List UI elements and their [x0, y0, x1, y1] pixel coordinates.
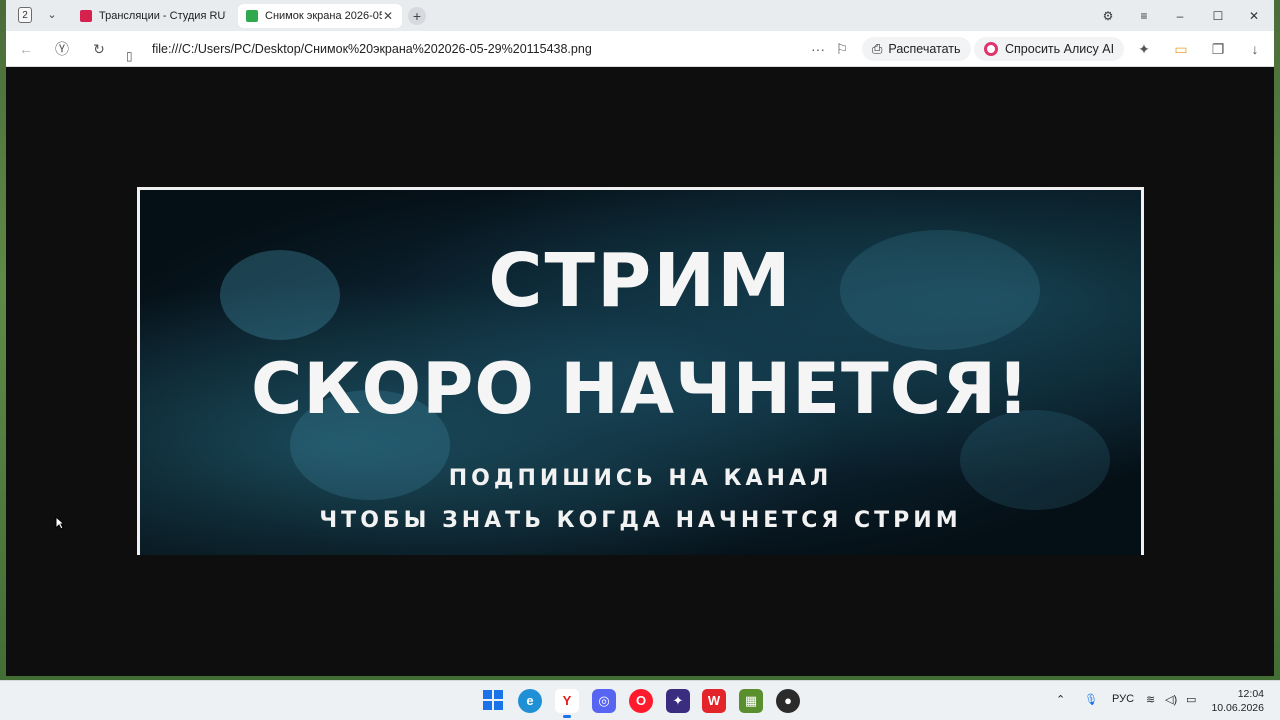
bookmark-icon[interactable]: ⚐	[832, 40, 852, 58]
minimize-icon[interactable]: –	[1170, 6, 1190, 26]
language-indicator[interactable]: РУС	[1112, 693, 1134, 705]
banner-note: ЧТОБЫ ЗНАТЬ КОГДА НАЧНЕТСЯ СТРИМ	[319, 508, 962, 533]
new-tab-button[interactable]: +	[408, 7, 426, 25]
settings-icon[interactable]: ⚙	[1098, 6, 1118, 26]
extensions-icon[interactable]: ✦	[1134, 40, 1154, 58]
address-text: file:///C:/Users/PC/Desktop/Снимок%20экр…	[152, 42, 592, 56]
tab-screenshot[interactable]: Снимок экрана 2026-05-29 115438.png ✕	[238, 4, 402, 28]
collections-icon[interactable]: ❐	[1208, 40, 1228, 58]
more-icon[interactable]: ···	[808, 40, 828, 58]
tab-counter[interactable]: 2	[18, 7, 32, 23]
battery-saver-icon[interactable]: ▭	[1171, 40, 1191, 58]
chevron-down-icon[interactable]: ⌄	[44, 7, 60, 23]
start-icon[interactable]	[481, 689, 505, 713]
wps-office-icon[interactable]: W	[702, 689, 726, 713]
ask-alice-button[interactable]: Спросить Алису AI	[974, 37, 1125, 61]
clock-time: 12:04	[1237, 688, 1264, 700]
tab-title: Трансляции - Студия RUTUBE	[99, 10, 226, 22]
tray-chevron-icon[interactable]: ⌃	[1056, 693, 1065, 706]
banner-title: СТРИМ	[488, 238, 793, 324]
browser-window: 2 ⌄ Трансляции - Студия RUTUBE Снимок эк…	[6, 0, 1274, 676]
game-app-icon[interactable]: ✦	[666, 689, 690, 713]
alice-icon	[984, 42, 998, 56]
clock[interactable]: 12:04 10.06.2026	[1211, 687, 1264, 715]
ask-alice-label: Спросить Алису AI	[1005, 42, 1115, 56]
banner-subtitle: СКОРО НАЧНЕТСЯ!	[251, 348, 1030, 430]
taskbar: e Y ◎ O ✦ W ▦ ● ⌃ 🎙 РУС ≋ ◁) ▭ 12:04 10.…	[0, 680, 1280, 720]
menu-icon[interactable]: ≡	[1134, 6, 1154, 26]
edge-icon[interactable]: e	[518, 689, 542, 713]
print-button[interactable]: ⎙ Распечатать	[862, 37, 971, 61]
wifi-icon[interactable]: ≋	[1146, 693, 1155, 706]
stream-banner-image: СТРИМ СКОРО НАЧНЕТСЯ! ПОДПИШИСЬ НА КАНАЛ…	[137, 187, 1144, 555]
back-icon[interactable]: ←	[16, 40, 36, 58]
clock-date: 10.06.2026	[1211, 702, 1264, 714]
rutube-favicon-icon	[80, 10, 92, 22]
printer-icon: ⎙	[872, 41, 883, 56]
close-window-icon[interactable]: ✕	[1244, 6, 1264, 26]
maximize-icon[interactable]: ☐	[1208, 6, 1228, 26]
reload-icon[interactable]: ↻	[89, 40, 109, 58]
mouse-cursor-icon	[55, 516, 65, 530]
yandex-browser-icon[interactable]: Y	[555, 689, 579, 718]
download-icon[interactable]: ↓	[1245, 40, 1265, 58]
opera-icon[interactable]: O	[629, 689, 653, 713]
image-viewer: СТРИМ СКОРО НАЧНЕТСЯ! ПОДПИШИСЬ НА КАНАЛ…	[6, 67, 1274, 676]
image-favicon-icon	[246, 10, 258, 22]
obs-icon[interactable]: ●	[776, 689, 800, 713]
tab-title: Снимок экрана 2026-05-29 115438.png	[265, 10, 382, 22]
banner-cta: ПОДПИШИСЬ НА КАНАЛ	[448, 466, 833, 491]
tab-rutube[interactable]: Трансляции - Студия RUTUBE	[72, 4, 234, 28]
yandex-icon[interactable]: Ⓨ	[52, 40, 72, 58]
page-icon: ▯	[126, 49, 133, 63]
minecraft-icon[interactable]: ▦	[739, 689, 763, 713]
print-label: Распечатать	[888, 42, 961, 56]
chat-app-icon[interactable]: ◎	[592, 689, 616, 713]
microphone-icon[interactable]: 🎙	[1084, 693, 1098, 706]
volume-icon[interactable]: ◁)	[1165, 693, 1177, 706]
tab-bar: 2 ⌄ Трансляции - Студия RUTUBE Снимок эк…	[6, 0, 1274, 31]
close-tab-icon[interactable]: ✕	[382, 9, 394, 23]
address-bar[interactable]: ▯ file:///C:/Users/PC/Desktop/Снимок%20э…	[126, 35, 856, 63]
browser-toolbar: ← Ⓨ ↻ ▯ file:///C:/Users/PC/Desktop/Сним…	[6, 31, 1274, 67]
battery-icon[interactable]: ▭	[1186, 693, 1196, 706]
